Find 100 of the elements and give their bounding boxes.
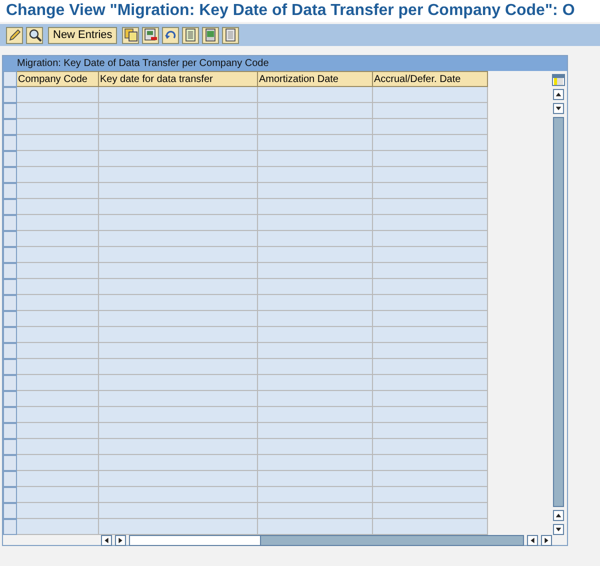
table-cell[interactable]: [373, 311, 488, 327]
toolbar-button[interactable]: [182, 26, 200, 44]
table-cell[interactable]: [99, 215, 258, 231]
table-cell[interactable]: [373, 391, 488, 407]
table-cell[interactable]: [99, 119, 258, 135]
row-selector[interactable]: [3, 167, 17, 183]
table-cell[interactable]: [258, 167, 373, 183]
horizontal-scrollbar[interactable]: [129, 535, 524, 546]
table-cell[interactable]: [373, 199, 488, 215]
table-cell[interactable]: [373, 359, 488, 375]
table-cell[interactable]: [373, 119, 488, 135]
table-cell[interactable]: [17, 503, 99, 519]
table-cell[interactable]: [17, 327, 99, 343]
table-cell[interactable]: [258, 455, 373, 471]
scrollbar-thumb[interactable]: [260, 536, 523, 545]
table-cell[interactable]: [373, 455, 488, 471]
table-cell[interactable]: [17, 311, 99, 327]
table-cell[interactable]: [258, 263, 373, 279]
table-cell[interactable]: [17, 247, 99, 263]
scroll-up-button[interactable]: [552, 510, 564, 521]
table-cell[interactable]: [17, 359, 99, 375]
select-all-corner[interactable]: [3, 71, 17, 87]
table-cell[interactable]: [17, 119, 99, 135]
table-cell[interactable]: [17, 199, 99, 215]
table-cell[interactable]: [17, 151, 99, 167]
table-cell[interactable]: [373, 487, 488, 503]
row-selector[interactable]: [3, 119, 17, 135]
row-selector[interactable]: [3, 231, 17, 247]
table-cell[interactable]: [373, 519, 488, 535]
toolbar-button[interactable]: [6, 26, 23, 44]
row-selector[interactable]: [3, 215, 17, 231]
table-cell[interactable]: [17, 487, 99, 503]
table-cell[interactable]: [258, 279, 373, 295]
row-selector[interactable]: [3, 87, 17, 103]
table-cell[interactable]: [258, 519, 373, 535]
table-cell[interactable]: [373, 231, 488, 247]
table-cell[interactable]: [373, 103, 488, 119]
table-cell[interactable]: [99, 151, 258, 167]
row-selector[interactable]: [3, 247, 17, 263]
row-selector[interactable]: [3, 471, 17, 487]
row-selector[interactable]: [3, 295, 17, 311]
row-selector[interactable]: [3, 519, 17, 535]
table-cell[interactable]: [373, 343, 488, 359]
table-cell[interactable]: [373, 279, 488, 295]
row-selector[interactable]: [3, 279, 17, 295]
row-selector[interactable]: [3, 183, 17, 199]
row-selector[interactable]: [3, 103, 17, 119]
table-cell[interactable]: [99, 343, 258, 359]
table-cell[interactable]: [99, 231, 258, 247]
table-cell[interactable]: [258, 103, 373, 119]
table-cell[interactable]: [258, 327, 373, 343]
row-selector[interactable]: [3, 359, 17, 375]
table-cell[interactable]: [373, 167, 488, 183]
table-cell[interactable]: [373, 375, 488, 391]
table-cell[interactable]: [373, 151, 488, 167]
table-cell[interactable]: [258, 151, 373, 167]
table-cell[interactable]: [17, 375, 99, 391]
table-cell[interactable]: [99, 279, 258, 295]
table-cell[interactable]: [373, 471, 488, 487]
row-selector[interactable]: [3, 455, 17, 471]
table-cell[interactable]: [17, 439, 99, 455]
table-cell[interactable]: [17, 263, 99, 279]
row-selector[interactable]: [3, 263, 17, 279]
scroll-down-button[interactable]: [552, 103, 564, 114]
column-header[interactable]: Accrual/Defer. Date: [373, 71, 488, 87]
row-selector[interactable]: [3, 199, 17, 215]
table-cell[interactable]: [99, 263, 258, 279]
table-cell[interactable]: [373, 263, 488, 279]
table-cell[interactable]: [99, 391, 258, 407]
table-cell[interactable]: [258, 87, 373, 103]
table-cell[interactable]: [258, 231, 373, 247]
scroll-right-button[interactable]: [115, 535, 126, 546]
table-cell[interactable]: [17, 87, 99, 103]
table-cell[interactable]: [258, 439, 373, 455]
table-cell[interactable]: [17, 215, 99, 231]
row-selector[interactable]: [3, 375, 17, 391]
table-cell[interactable]: [258, 247, 373, 263]
table-cell[interactable]: [17, 231, 99, 247]
table-cell[interactable]: [99, 327, 258, 343]
column-header[interactable]: Company Code: [17, 71, 99, 87]
table-cell[interactable]: [99, 487, 258, 503]
table-cell[interactable]: [373, 295, 488, 311]
row-selector[interactable]: [3, 487, 17, 503]
row-selector[interactable]: [3, 439, 17, 455]
table-cell[interactable]: [17, 519, 99, 535]
toolbar-button[interactable]: [222, 26, 240, 44]
table-cell[interactable]: [17, 471, 99, 487]
table-cell[interactable]: [258, 375, 373, 391]
table-cell[interactable]: [373, 247, 488, 263]
table-cell[interactable]: [99, 407, 258, 423]
table-cell[interactable]: [99, 103, 258, 119]
toolbar-button[interactable]: [26, 26, 43, 44]
table-cell[interactable]: [258, 119, 373, 135]
table-cell[interactable]: [258, 135, 373, 151]
table-cell[interactable]: [99, 519, 258, 535]
table-cell[interactable]: [17, 455, 99, 471]
table-cell[interactable]: [99, 423, 258, 439]
column-header[interactable]: Amortization Date: [258, 71, 373, 87]
table-cell[interactable]: [373, 183, 488, 199]
new-entries-button[interactable]: New Entries: [48, 26, 118, 44]
